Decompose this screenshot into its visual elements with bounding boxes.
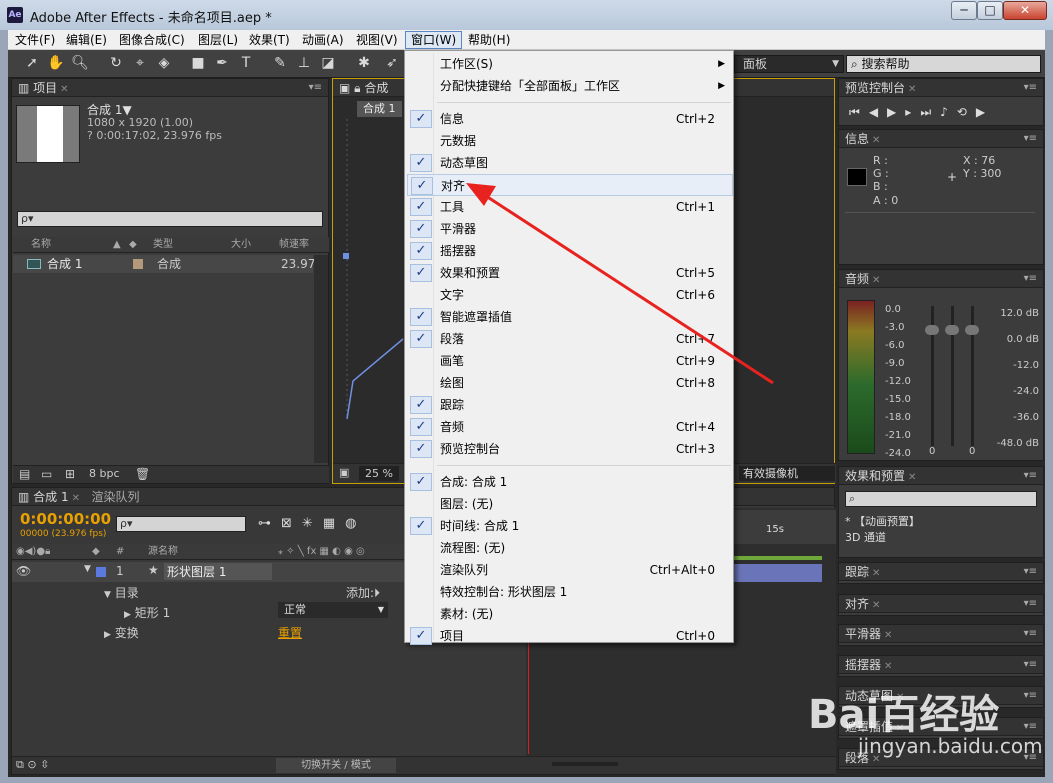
baidu-watermark-url: jingyan.baidu.com (858, 734, 1043, 758)
baidu-watermark-logo: Bai百经验 (808, 692, 1000, 738)
annotation-arrow (466, 183, 774, 385)
